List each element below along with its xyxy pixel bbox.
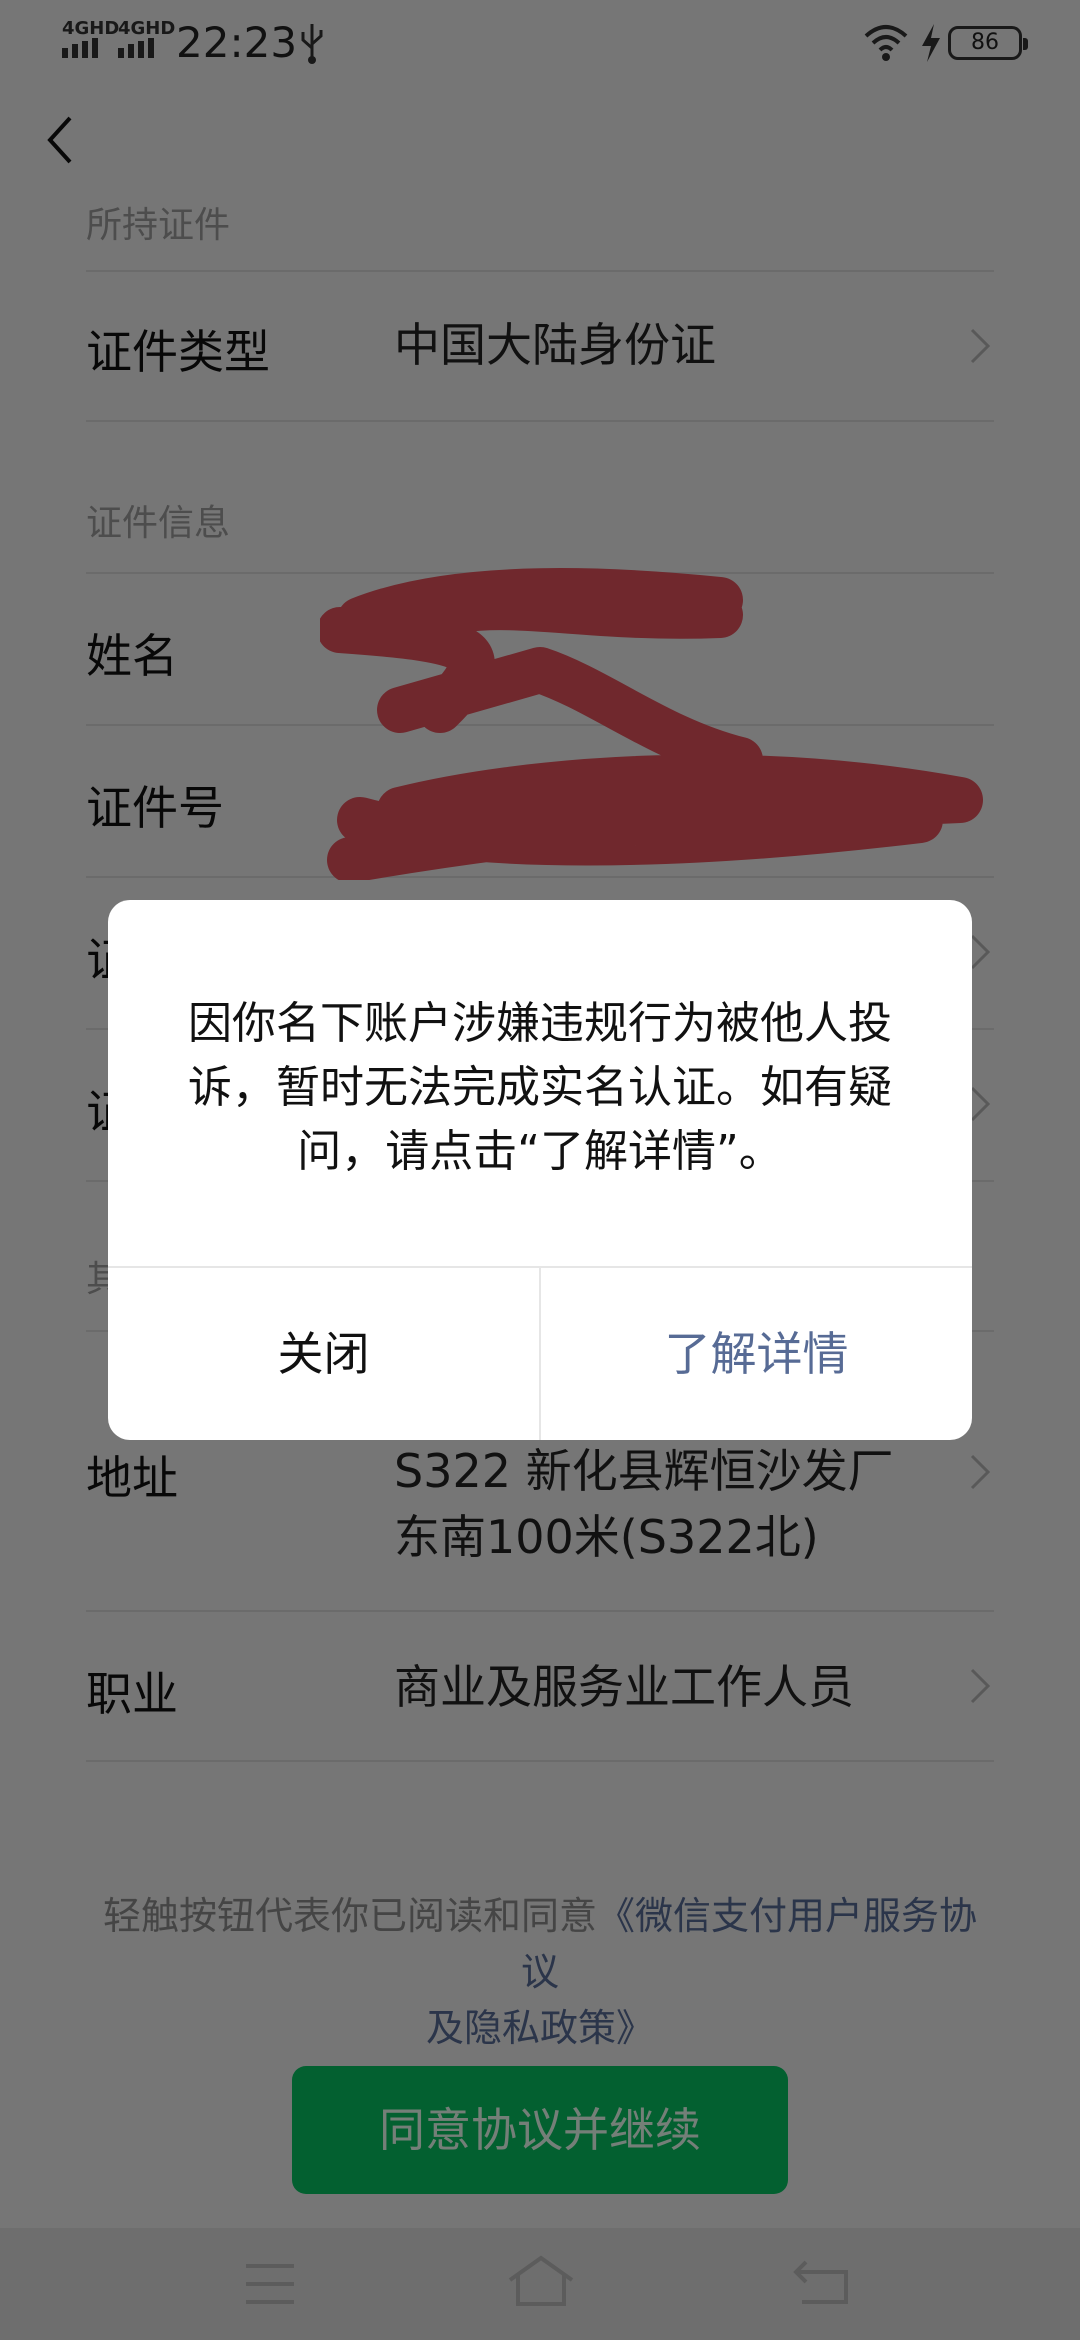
learn-more-button[interactable]: 了解详情 — [541, 1268, 972, 1440]
dialog-message-line1: 因你名下账户涉嫌违规行为被他人投 — [188, 998, 892, 1049]
alert-dialog: 因你名下账户涉嫌违规行为被他人投 诉，暂时无法完成实名认证。如有疑 问，请点击“… — [108, 900, 972, 1440]
dialog-message-line3: 问，请点击“了解详情”。 — [297, 1126, 783, 1177]
dialog-message-line2: 诉，暂时无法完成实名认证。如有疑 — [188, 1062, 892, 1113]
close-button[interactable]: 关闭 — [108, 1268, 539, 1440]
dialog-message: 因你名下账户涉嫌违规行为被他人投 诉，暂时无法完成实名认证。如有疑 问，请点击“… — [168, 992, 912, 1184]
